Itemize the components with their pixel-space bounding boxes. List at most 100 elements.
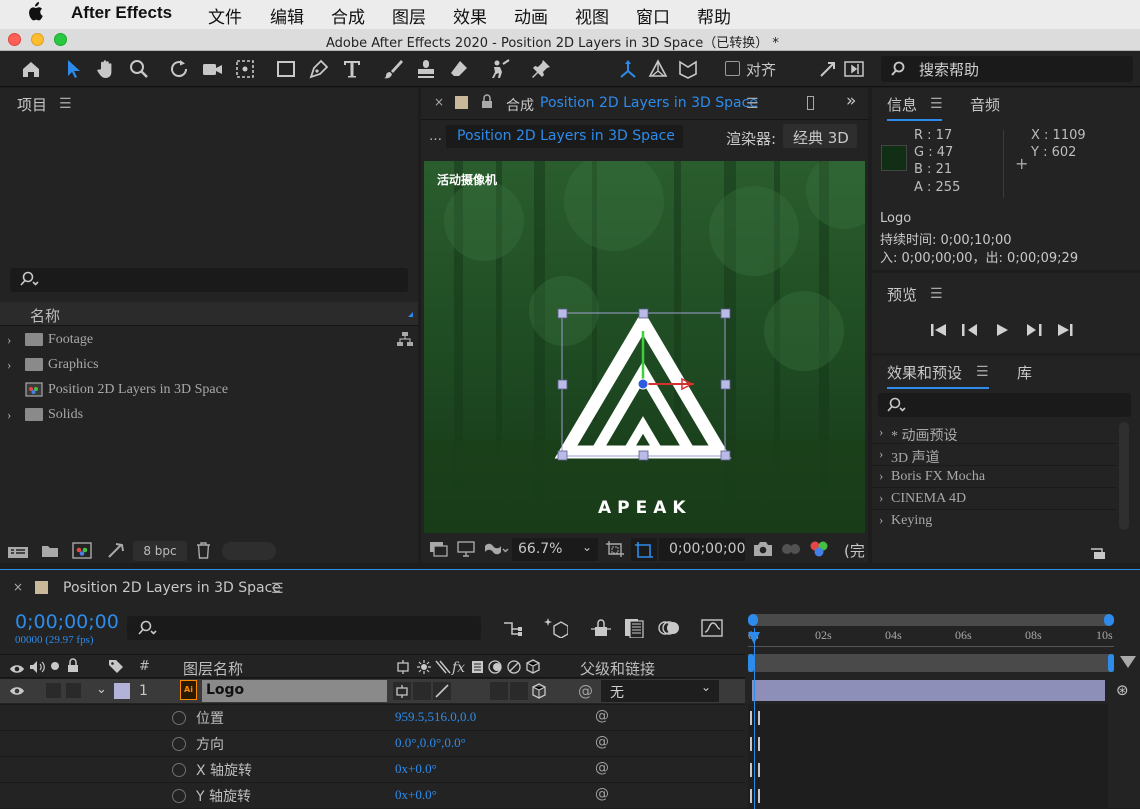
comp-options-icon[interactable]: … — [429, 129, 442, 144]
layer-solo-toggle[interactable] — [46, 683, 61, 698]
layer-name-field[interactable]: Logo — [202, 680, 387, 702]
expression-pick-whip-icon[interactable]: @ — [595, 786, 609, 802]
bpc-button[interactable]: 8 bpc — [133, 541, 187, 561]
navigator-end-handle[interactable] — [1104, 614, 1114, 626]
menu-help[interactable]: 帮助 — [697, 3, 731, 28]
expand-arrow-icon[interactable]: › — [7, 407, 11, 423]
time-ruler[interactable]: 0s 02s 04s 06s 08s 10s — [748, 628, 1114, 654]
playhead-handle[interactable] — [748, 632, 760, 644]
puppet-pin-tool-icon[interactable] — [527, 55, 555, 83]
project-column-header[interactable]: 名称 — [0, 302, 418, 326]
timeline-search-input[interactable] — [127, 616, 481, 640]
menu-view[interactable]: 视图 — [575, 3, 609, 28]
draft-3d-icon[interactable] — [544, 616, 569, 642]
apple-icon[interactable] — [27, 2, 43, 26]
shy-layers-icon[interactable] — [590, 617, 612, 641]
expression-pick-whip-icon[interactable]: @ — [595, 708, 609, 724]
comp-viewer[interactable]: 活动摄像机 APEAK — [424, 161, 865, 533]
property-value[interactable]: 0x+0.0° — [395, 761, 437, 777]
close-window-button[interactable] — [8, 33, 21, 46]
lock-switch-icon[interactable] — [67, 658, 79, 677]
type-tool-icon[interactable] — [338, 55, 366, 83]
camera-tool-icon[interactable] — [198, 55, 226, 83]
hand-tool-icon[interactable] — [92, 55, 120, 83]
keyframe-indicator-icon[interactable] — [750, 789, 760, 803]
stopwatch-icon[interactable] — [172, 789, 186, 803]
project-search-input[interactable] — [10, 268, 408, 292]
property-row-position[interactable]: 位置 959.5,516.0,0.0 @ — [0, 704, 745, 729]
composition-tab-name[interactable]: Position 2D Layers in 3D Space — [540, 95, 758, 111]
preview-title[interactable]: 预览 — [887, 284, 917, 305]
comp-button-icon[interactable]: ⊛ — [1116, 681, 1129, 699]
new-composition-icon[interactable] — [72, 542, 92, 563]
layer-visibility-toggle[interactable] — [9, 685, 25, 701]
brush-tool-icon[interactable] — [379, 55, 407, 83]
lock-icon[interactable] — [481, 94, 493, 113]
project-item-folder[interactable]: › Solids — [0, 403, 418, 428]
parent-dropdown[interactable]: 无 ⌄ — [601, 680, 719, 702]
breadcrumb[interactable]: Position 2D Layers in 3D Space — [446, 125, 683, 148]
motion-blur-icon[interactable] — [657, 618, 681, 642]
layer-switch-effects[interactable] — [490, 682, 508, 700]
close-tab-icon[interactable]: × — [434, 95, 444, 109]
stopwatch-icon[interactable] — [172, 737, 186, 751]
adjust-settings-icon[interactable] — [106, 542, 124, 563]
app-name-menu[interactable]: After Effects — [71, 3, 172, 23]
effects-category[interactable]: › Boris FX Mocha — [872, 466, 1117, 488]
work-area-end[interactable] — [1108, 654, 1114, 672]
overflow-chevron-icon[interactable]: » — [846, 91, 856, 111]
rotate-tool-icon[interactable] — [165, 55, 193, 83]
world-axis-mode-icon[interactable] — [644, 55, 672, 83]
frame-blending-icon[interactable] — [624, 618, 644, 642]
effects-search-input[interactable] — [878, 393, 1131, 417]
expand-arrow-icon[interactable]: › — [7, 332, 11, 348]
time-navigator[interactable] — [748, 614, 1114, 626]
expand-workspace-icon[interactable] — [814, 55, 842, 83]
tab-audio[interactable]: 音频 — [970, 94, 1000, 115]
roto-brush-tool-icon[interactable] — [486, 55, 514, 83]
property-value[interactable]: 0x+0.0° — [395, 787, 437, 803]
pan-behind-tool-icon[interactable] — [231, 55, 259, 83]
column-layer-name[interactable]: 图层名称 — [183, 658, 243, 679]
menu-layer[interactable]: 图层 — [392, 3, 426, 28]
property-value[interactable]: 0.0°,0.0°,0.0° — [395, 735, 466, 751]
monitor-icon[interactable] — [457, 541, 475, 561]
parent-pick-whip-icon[interactable]: @ — [578, 682, 593, 700]
workspace-icon[interactable] — [840, 55, 868, 83]
project-item-composition[interactable]: Position 2D Layers in 3D Space — [0, 378, 418, 403]
menu-effect[interactable]: 效果 — [453, 3, 487, 28]
layer-switch-quality[interactable] — [433, 682, 451, 700]
renderer-button[interactable]: 经典 3D — [783, 124, 857, 148]
channel-rgb-icon[interactable] — [808, 539, 830, 563]
panel-menu-icon[interactable]: ☰ — [271, 581, 284, 597]
region-of-interest-icon[interactable] — [605, 540, 625, 562]
navigator-start-handle[interactable] — [748, 614, 758, 626]
menu-animation[interactable]: 动画 — [514, 3, 548, 28]
layer-switch-shy[interactable] — [393, 682, 411, 700]
thumbnail-slider[interactable] — [222, 542, 276, 560]
property-value[interactable]: 959.5,516.0,0.0 — [395, 709, 476, 725]
always-preview-icon[interactable] — [429, 541, 449, 561]
keyframe-indicator-icon[interactable] — [750, 763, 760, 777]
selection-tool-icon[interactable] — [59, 55, 87, 83]
layer-switch-motion-blur[interactable] — [510, 682, 528, 700]
eraser-tool-icon[interactable] — [445, 55, 473, 83]
menu-window[interactable]: 窗口 — [636, 3, 670, 28]
graph-editor-icon[interactable] — [701, 617, 723, 641]
effects-scrollbar[interactable] — [1119, 422, 1129, 530]
project-item-folder[interactable]: › Footage — [0, 328, 418, 353]
layer-viewer-icon[interactable] — [807, 96, 814, 110]
new-folder-icon[interactable] — [41, 543, 59, 562]
layer-bounding-box[interactable] — [424, 161, 865, 533]
align-checkbox[interactable] — [725, 61, 740, 76]
effects-category[interactable]: › * 动画预设 — [872, 422, 1117, 444]
project-item-folder[interactable]: › Graphics — [0, 353, 418, 378]
mask-visibility-icon[interactable] — [483, 541, 509, 561]
snapshot-camera-icon[interactable] — [753, 541, 773, 561]
column-parent-link[interactable]: 父级和链接 — [580, 658, 655, 679]
current-time-display[interactable]: 0;00;00;00 — [15, 611, 119, 633]
breadcrumb-comp[interactable]: Position 2D Layers in 3D Space — [457, 128, 675, 144]
property-row-orientation[interactable]: 方向 0.0°,0.0°,0.0° @ — [0, 730, 745, 755]
resolution-dropdown[interactable]: (完 — [844, 540, 865, 561]
tab-info[interactable]: 信息 — [887, 94, 917, 115]
